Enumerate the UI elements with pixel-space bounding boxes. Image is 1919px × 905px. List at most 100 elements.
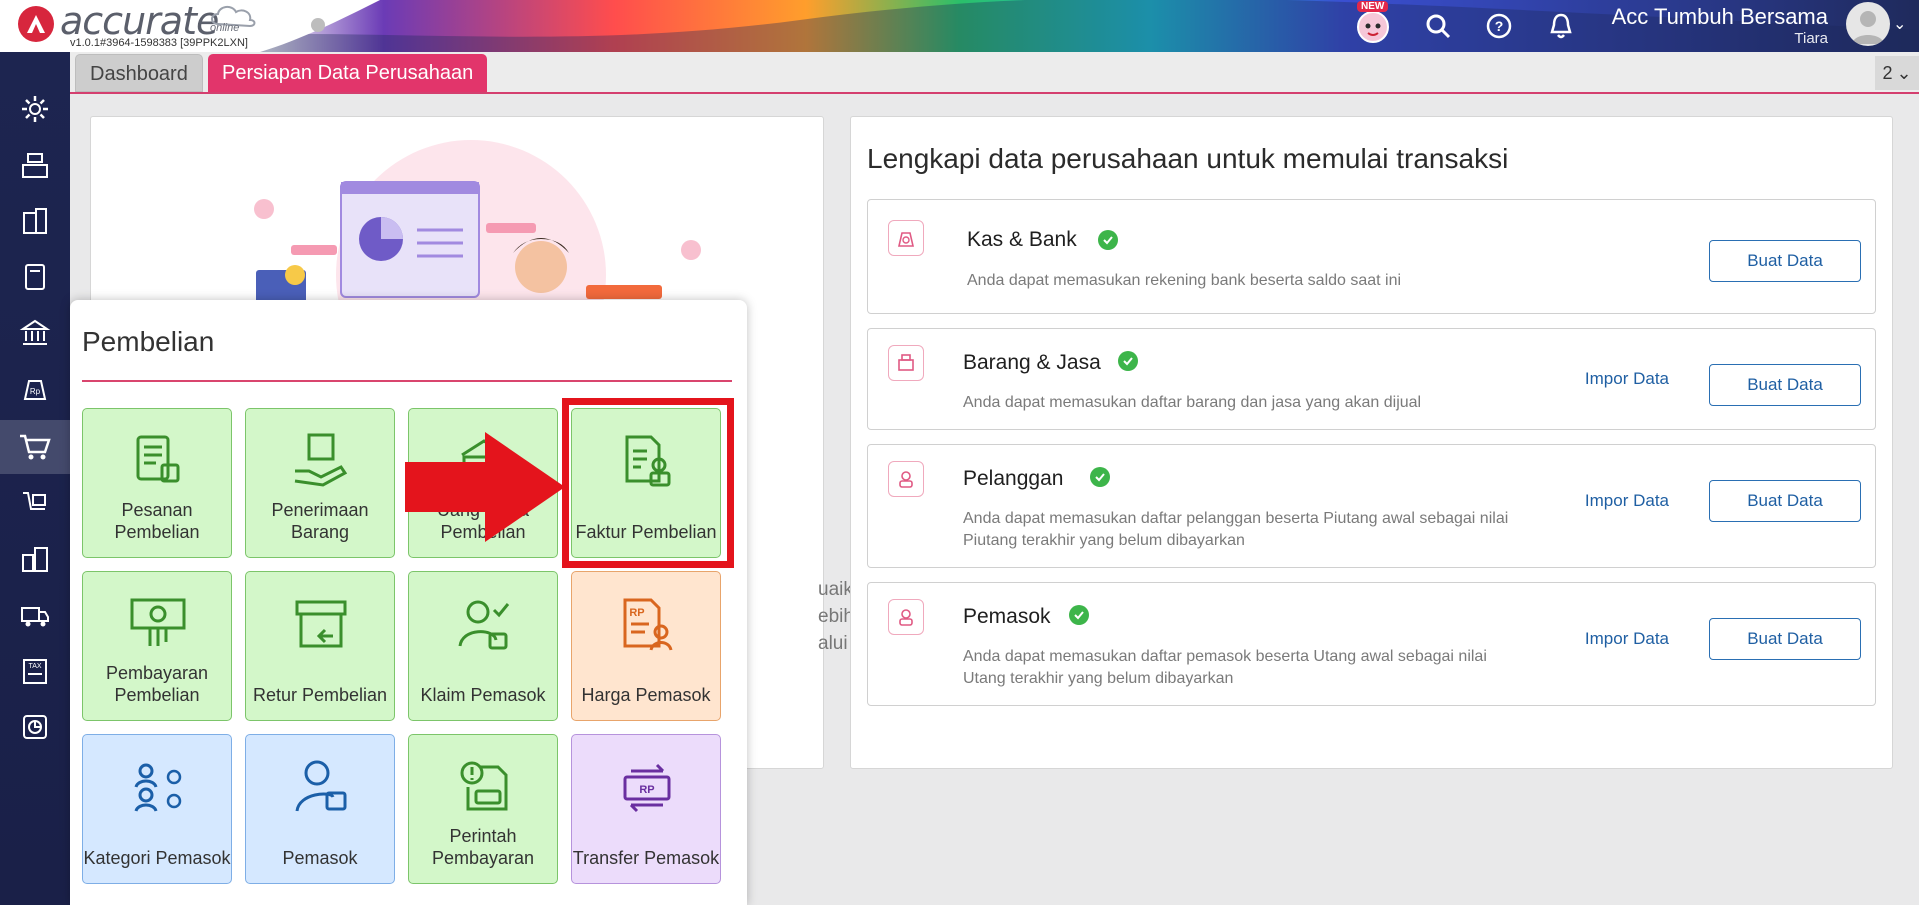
svg-text:TAX: TAX <box>28 663 41 670</box>
help-icon[interactable]: ? <box>1481 8 1517 44</box>
chevron-down-icon[interactable]: ⌄ <box>1893 14 1906 34</box>
sidebar-item-reports[interactable] <box>0 700 70 754</box>
cart-box-icon <box>23 492 46 510</box>
setup-data-panel: Lengkapi data perusahaan untuk memulai t… <box>850 116 1893 769</box>
sidebar-item-settings[interactable] <box>0 82 70 136</box>
notification-mascot-icon[interactable] <box>1355 8 1391 44</box>
import-data-link[interactable]: Impor Data <box>1585 629 1669 649</box>
payment-order-icon <box>460 761 508 811</box>
status-dot <box>311 18 325 32</box>
partial-text-2: ebih <box>818 606 854 627</box>
tile-label: Perintah Pembayaran <box>431 826 535 868</box>
tab-bar: Dashboard Persiapan Data Perusahaan 2 ⌄ <box>70 52 1919 94</box>
tile-penerimaan-barang[interactable]: Penerimaan Barang <box>245 408 395 558</box>
logo-subtitle: online <box>210 22 240 34</box>
search-icon[interactable] <box>1420 8 1456 44</box>
company-info[interactable]: Acc Tumbuh Bersama Tiara <box>1612 4 1828 47</box>
bell-icon[interactable] <box>1543 8 1579 44</box>
partial-text-3: alui <box>818 633 848 654</box>
cash-register-icon <box>22 153 48 178</box>
box-icon <box>888 345 924 381</box>
pembelian-menu: Pembelian Pesanan Pembelian Penerimaan B… <box>70 300 747 905</box>
purchase-payment-icon <box>130 598 186 646</box>
card-title: Pelanggan <box>963 467 1064 490</box>
import-data-link[interactable]: Impor Data <box>1585 491 1669 511</box>
page-title: Lengkapi data perusahaan untuk memulai t… <box>867 143 1509 174</box>
tile-label: Transfer Pemasok <box>572 848 720 868</box>
tile-label: Kategori Pemasok <box>83 848 231 868</box>
create-data-button[interactable]: Buat Data <box>1709 240 1861 282</box>
sidebar-item-assets[interactable] <box>0 532 70 586</box>
tile-label: Klaim Pemasok <box>420 685 546 705</box>
create-data-button[interactable]: Buat Data <box>1709 480 1861 522</box>
sidebar-item-inventory[interactable] <box>0 138 70 192</box>
supplier-price-icon: RP <box>623 598 673 651</box>
card-title: Pemasok <box>963 605 1051 628</box>
tile-retur-pembelian[interactable]: Retur Pembelian <box>245 571 395 721</box>
accurate-logo[interactable]: accurate <box>18 0 219 43</box>
tile-pemasok[interactable]: Pemasok <box>245 734 395 884</box>
tile-transfer-pemasok[interactable]: RP Transfer Pemasok <box>571 734 721 884</box>
tile-perintah-pembayaran[interactable]: Perintah Pembayaran <box>408 734 558 884</box>
card-description: Anda dapat memasukan daftar pelanggan be… <box>963 510 1509 549</box>
building-icon <box>23 208 47 234</box>
tile-label: Harga Pemasok <box>581 685 711 705</box>
create-data-button[interactable]: Buat Data <box>1709 364 1861 406</box>
card-description: Anda dapat memasukan daftar pemasok bese… <box>963 648 1487 687</box>
sidebar-item-bank[interactable] <box>0 306 70 360</box>
check-icon <box>1118 351 1138 371</box>
tab-persiapan-data[interactable]: Persiapan Data Perusahaan <box>208 54 488 92</box>
open-tabs-dropdown[interactable]: 2 ⌄ <box>1875 56 1919 90</box>
sidebar-item-delivery[interactable] <box>0 476 70 530</box>
logo-text: accurate <box>60 0 219 43</box>
purchase-order-icon <box>136 435 180 483</box>
card-description: Anda dapat memasukan rekening bank beser… <box>967 272 1402 289</box>
logo-mark-icon <box>18 6 54 42</box>
bank-icon <box>19 319 51 345</box>
purchase-return-icon <box>295 600 347 648</box>
money-bag-icon <box>888 220 924 256</box>
truck-icon <box>21 607 49 627</box>
avatar[interactable] <box>1846 2 1890 46</box>
create-data-button[interactable]: Buat Data <box>1709 618 1861 660</box>
sidebar-item-ledger[interactable] <box>0 250 70 304</box>
sidebar-item-receivables[interactable]: Rp <box>0 362 70 416</box>
tab-dashboard[interactable]: Dashboard <box>75 54 203 92</box>
tile-pesanan-pembelian[interactable]: Pesanan Pembelian <box>82 408 232 558</box>
cart-icon <box>20 434 51 460</box>
card-title: Kas & Bank <box>967 228 1077 251</box>
sidebar-item-company[interactable] <box>0 194 70 248</box>
sidebar-item-purchase[interactable] <box>0 420 70 474</box>
svg-text:?: ? <box>1495 18 1504 34</box>
tab-count-label: 2 <box>1882 62 1893 83</box>
annotation-highlight-box <box>562 398 734 568</box>
tile-klaim-pemasok[interactable]: Klaim Pemasok <box>408 571 558 721</box>
sidebar-item-tax[interactable]: TAX <box>0 644 70 698</box>
tile-label: Retur Pembelian <box>252 685 388 705</box>
supplier-icon <box>295 760 347 812</box>
import-data-link[interactable]: Impor Data <box>1585 369 1669 389</box>
setup-card-pemasok: Pemasok Anda dapat memasukan daftar pema… <box>867 582 1876 706</box>
setup-card-pelanggan: Pelanggan Anda dapat memasukan daftar pe… <box>867 444 1876 568</box>
sidebar-item-warehouse[interactable] <box>0 588 70 642</box>
tile-label: Pesanan Pembelian <box>114 500 200 542</box>
user-name: Tiara <box>1794 30 1828 47</box>
gear-icon <box>22 96 48 122</box>
tile-pembayaran-pembelian[interactable]: Pembayaran Pembelian <box>82 571 232 721</box>
supplier-transfer-icon: RP <box>623 763 671 813</box>
book-icon <box>25 264 45 290</box>
svg-text:RP: RP <box>629 607 644 619</box>
top-header: accurate online v1.0.1#3964-1598383 [39P… <box>0 0 1919 52</box>
card-description: Anda dapat memasukan daftar barang dan j… <box>963 394 1422 411</box>
tile-harga-pemasok[interactable]: RP Harga Pemasok <box>571 571 721 721</box>
new-badge: NEW <box>1357 1 1389 12</box>
supplier-category-icon <box>134 763 182 812</box>
chevron-down-icon: ⌄ <box>1896 62 1912 83</box>
tile-kategori-pemasok[interactable]: Kategori Pemasok <box>82 734 232 884</box>
annotation-arrow-icon <box>405 432 565 542</box>
svg-text:Rp: Rp <box>30 387 41 396</box>
company-name: Acc Tumbuh Bersama <box>1611 4 1828 29</box>
check-icon <box>1090 467 1110 487</box>
supplier-claim-icon <box>458 600 510 650</box>
money-bag-icon: Rp <box>23 380 47 400</box>
